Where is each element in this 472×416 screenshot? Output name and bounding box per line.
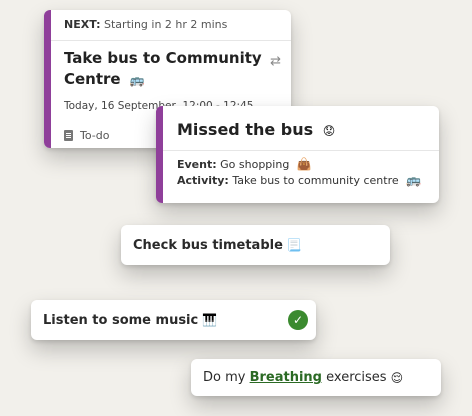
event-status: To-do (64, 129, 109, 142)
event-title: Take bus to Community Centre 🚌 (64, 49, 262, 88)
missed-event-row: Event: Go shopping 👜 (177, 157, 312, 171)
piano-icon: 🎹 (202, 313, 218, 327)
bus-icon: 🚌 (129, 73, 145, 87)
task-label: Check bus timetable (133, 237, 283, 253)
missed-accent-bar (156, 106, 163, 203)
clipboard-icon (64, 130, 73, 141)
divider (51, 40, 291, 41)
handbag-icon: 👜 (296, 157, 312, 171)
bus-icon: 🚌 (406, 173, 422, 187)
relieved-face-icon: 😌 (390, 370, 404, 385)
task-card-music[interactable]: Listen to some music 🎹 ✓ (31, 300, 316, 340)
task-label: Listen to some music (43, 312, 199, 328)
task-prefix: Do my (203, 370, 250, 385)
event-accent-bar (44, 10, 51, 148)
missed-activity-row: Activity: Take bus to community centre 🚌 (177, 173, 422, 187)
task-suffix: exercises (322, 370, 387, 385)
missed-bus-card[interactable]: Missed the bus 😟 Event: Go shopping 👜 Ac… (156, 106, 439, 203)
next-indicator: NEXT: Starting in 2 hr 2 mins (64, 18, 228, 31)
page-icon: 📃 (286, 238, 302, 252)
worried-face-icon: 😟 (322, 124, 336, 138)
breathing-link[interactable]: Breathing (250, 370, 322, 385)
divider (163, 150, 439, 151)
task-card-breathing[interactable]: Do my Breathing exercises 😌 (191, 359, 441, 396)
task-card-timetable[interactable]: Check bus timetable 📃 (121, 225, 390, 265)
repeat-icon[interactable]: ⇄ (270, 54, 281, 69)
check-icon[interactable]: ✓ (288, 310, 308, 330)
missed-title: Missed the bus 😟 (177, 120, 336, 139)
